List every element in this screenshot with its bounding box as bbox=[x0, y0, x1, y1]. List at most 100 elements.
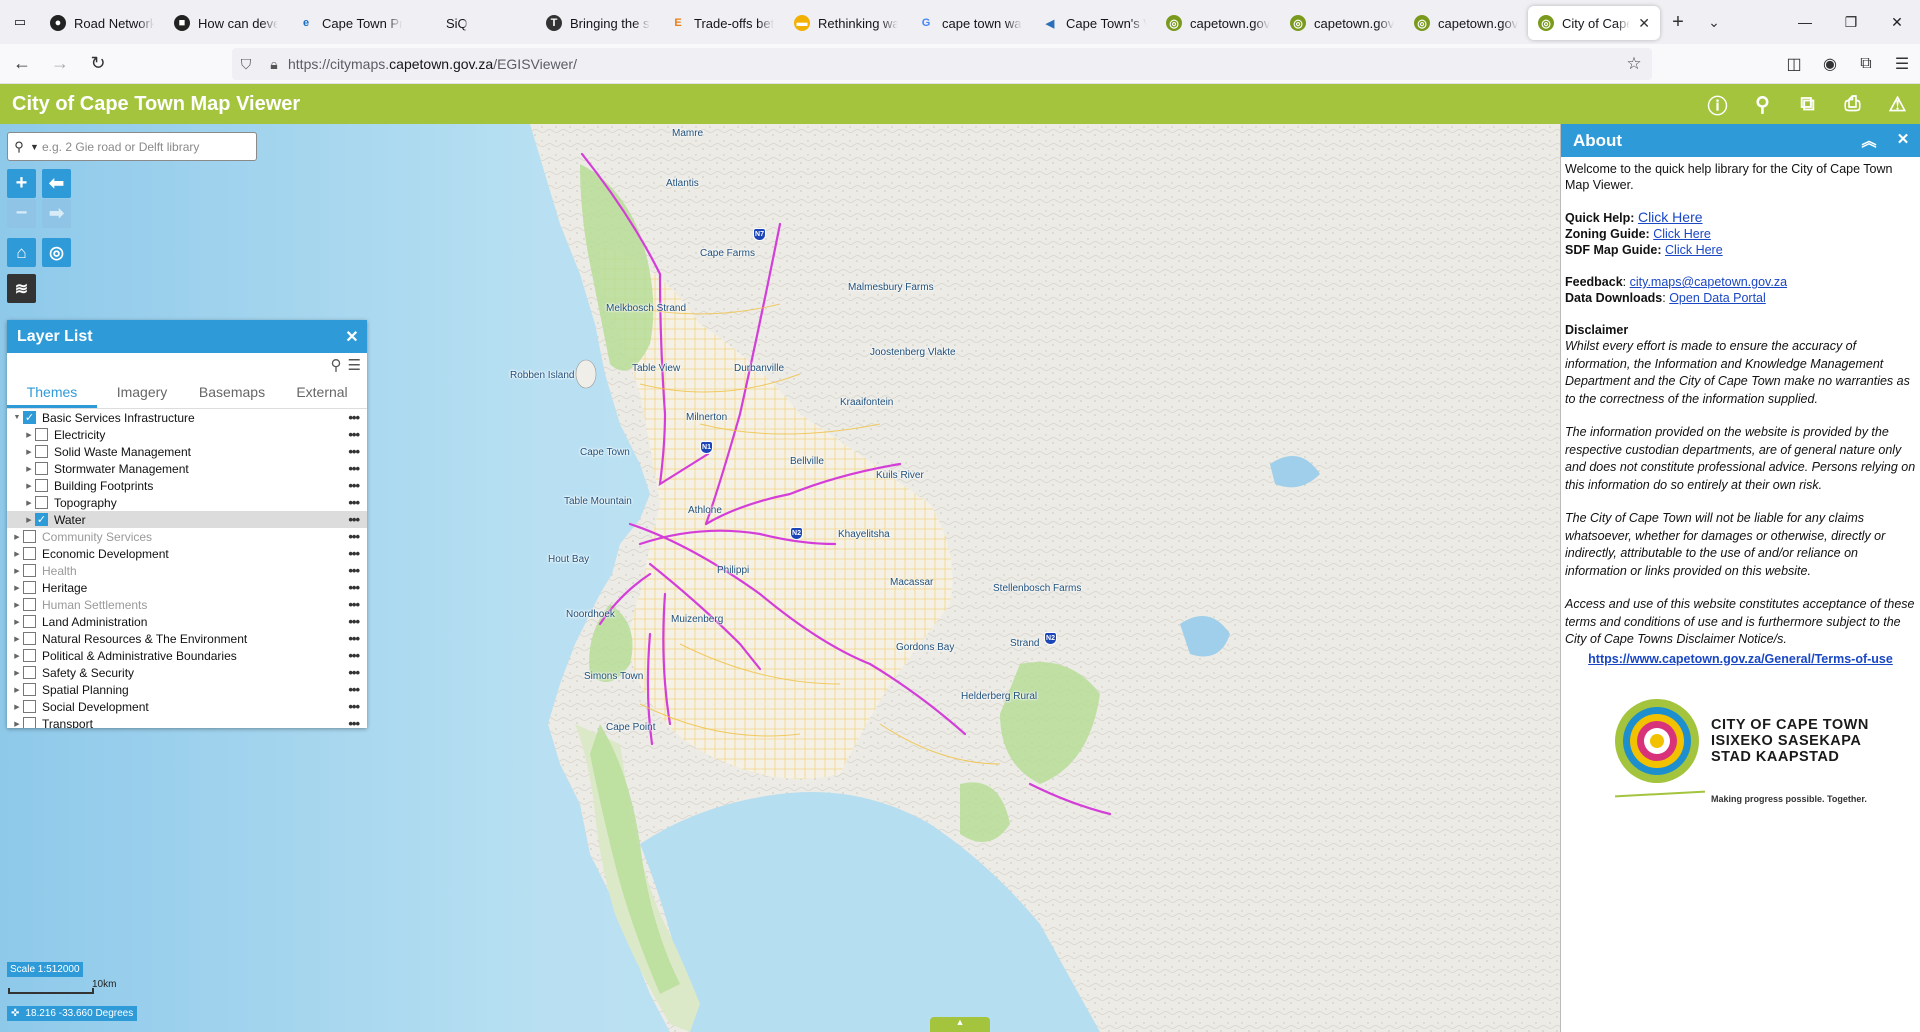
layer-row[interactable]: ▶ Building Footprints ••• bbox=[7, 477, 367, 494]
list-all-tabs-icon[interactable]: ⌄ bbox=[1696, 14, 1732, 31]
layer-options-icon[interactable]: ••• bbox=[348, 427, 360, 442]
browser-tab[interactable]: ◎ capetown.gov.z bbox=[1156, 6, 1280, 40]
tab-external[interactable]: External bbox=[277, 377, 367, 408]
layer-row[interactable]: ▶ Safety & Security ••• bbox=[7, 664, 367, 681]
layer-options-icon[interactable]: ••• bbox=[348, 631, 360, 646]
layer-row[interactable]: ▶ Political & Administrative Boundaries ••… bbox=[7, 647, 367, 664]
layer-row[interactable]: ▶ Spatial Planning ••• bbox=[7, 681, 367, 698]
expand-arrow-icon[interactable]: ▶ bbox=[11, 686, 23, 694]
restore-icon[interactable]: ❐ bbox=[1828, 0, 1874, 44]
layer-checkbox[interactable] bbox=[23, 666, 36, 679]
expand-arrow-icon[interactable]: ▶ bbox=[11, 669, 23, 677]
tab-close-icon[interactable]: ✕ bbox=[1638, 15, 1650, 32]
dropdown-arrow-icon[interactable]: ▼ bbox=[30, 142, 42, 152]
layer-checkbox[interactable] bbox=[23, 581, 36, 594]
layer-options-icon[interactable]: ••• bbox=[348, 478, 360, 493]
menu-icon[interactable]: ☰ bbox=[1884, 54, 1920, 74]
layer-options-icon[interactable]: ••• bbox=[348, 461, 360, 476]
browser-tab[interactable]: ◀ Cape Town's W bbox=[1032, 6, 1156, 40]
minimize-icon[interactable]: — bbox=[1782, 0, 1828, 44]
layer-row[interactable]: ▼ ✓ Basic Services Infrastructure ••• bbox=[7, 409, 367, 426]
layer-row[interactable]: ▶ Electricity ••• bbox=[7, 426, 367, 443]
close-icon[interactable]: ✕ bbox=[337, 327, 367, 347]
terms-of-use-link[interactable]: https://www.capetown.gov.za/General/Term… bbox=[1588, 652, 1893, 666]
back-icon[interactable]: ← bbox=[6, 48, 38, 80]
layer-options-icon[interactable]: ••• bbox=[348, 444, 360, 459]
expand-arrow-icon[interactable]: ▶ bbox=[11, 618, 23, 626]
layer-row[interactable]: ▶ Solid Waste Management ••• bbox=[7, 443, 367, 460]
browser-tab[interactable]: Gcape town wate bbox=[908, 6, 1032, 40]
layer-checkbox[interactable] bbox=[35, 479, 48, 492]
home-icon[interactable]: ⌂ bbox=[7, 238, 36, 267]
search-icon[interactable]: ⚲ bbox=[1740, 84, 1785, 124]
expanded-arrow-icon[interactable]: ▼ bbox=[11, 414, 23, 421]
tab-basemaps[interactable]: Basemaps bbox=[187, 377, 277, 408]
filter-menu-icon[interactable]: ☰ bbox=[348, 356, 361, 374]
browser-tab[interactable]: ◎ capetown.gov.z bbox=[1404, 6, 1528, 40]
expand-arrow-icon[interactable]: ▶ bbox=[11, 550, 23, 558]
pocket-icon[interactable]: ◫ bbox=[1776, 54, 1812, 74]
browser-tab[interactable]: E Trade-offs betw bbox=[660, 6, 784, 40]
layer-row[interactable]: ▶ ✓ Water ••• bbox=[7, 511, 367, 528]
layer-row[interactable]: ▶ Economic Development ••• bbox=[7, 545, 367, 562]
collapse-icon[interactable]: ︽ bbox=[1852, 130, 1886, 151]
alert-icon[interactable]: ⚠ bbox=[1875, 84, 1920, 124]
layer-checkbox[interactable] bbox=[23, 547, 36, 560]
account-icon[interactable]: ◉ bbox=[1812, 54, 1848, 74]
layer-options-icon[interactable]: ••• bbox=[348, 716, 360, 728]
layer-options-icon[interactable]: ••• bbox=[348, 682, 360, 697]
layer-checkbox[interactable] bbox=[23, 530, 36, 543]
browser-tab[interactable]: ◎ capetown.gov.z bbox=[1280, 6, 1404, 40]
layer-options-icon[interactable]: ••• bbox=[348, 597, 360, 612]
layer-checkbox[interactable] bbox=[35, 428, 48, 441]
layer-row[interactable]: ▶ Health ••• bbox=[7, 562, 367, 579]
expand-arrow-icon[interactable]: ▶ bbox=[11, 584, 23, 592]
layer-options-icon[interactable]: ••• bbox=[348, 563, 360, 578]
expand-arrow-icon[interactable]: ▶ bbox=[23, 516, 35, 524]
expand-arrow-icon[interactable]: ▶ bbox=[11, 652, 23, 660]
layer-row[interactable]: ▶ Social Development ••• bbox=[7, 698, 367, 715]
expand-arrow-icon[interactable]: ▶ bbox=[11, 703, 23, 711]
layer-checkbox[interactable] bbox=[35, 462, 48, 475]
expand-arrow-icon[interactable]: ▶ bbox=[23, 499, 35, 507]
layer-checkbox[interactable]: ✓ bbox=[23, 411, 36, 424]
layer-checkbox[interactable] bbox=[23, 717, 36, 728]
layer-options-icon[interactable]: ••• bbox=[348, 580, 360, 595]
layer-checkbox[interactable] bbox=[23, 632, 36, 645]
layer-checkbox[interactable] bbox=[23, 700, 36, 713]
layer-row[interactable]: ▶ Human Settlements ••• bbox=[7, 596, 367, 613]
browser-tab[interactable]: e Cape Town Pro bbox=[288, 6, 412, 40]
layer-row[interactable]: ▶ Stormwater Management ••• bbox=[7, 460, 367, 477]
expand-arrow-icon[interactable]: ▶ bbox=[11, 533, 23, 541]
layer-options-icon[interactable]: ••• bbox=[348, 546, 360, 561]
locate-icon[interactable]: ◎ bbox=[42, 238, 71, 267]
search-input[interactable]: e.g. 2 Gie road or Delft library bbox=[42, 140, 199, 154]
feedback-email-link[interactable]: city.maps@capetown.gov.za bbox=[1630, 275, 1787, 289]
layer-options-icon[interactable]: ••• bbox=[348, 648, 360, 663]
expand-arrow-icon[interactable]: ▶ bbox=[23, 448, 35, 456]
lock-icon[interactable]: 🔒︎ bbox=[260, 56, 288, 73]
browser-tab[interactable]: ● Road Networks bbox=[40, 6, 164, 40]
url-text[interactable]: https://citymaps.capetown.gov.za/EGISVie… bbox=[288, 56, 577, 72]
expand-arrow-icon[interactable]: ▶ bbox=[23, 431, 35, 439]
crosshair-icon[interactable]: ✜ bbox=[11, 1008, 19, 1019]
layer-options-icon[interactable]: ••• bbox=[348, 699, 360, 714]
layer-checkbox[interactable]: ✓ bbox=[35, 513, 48, 526]
expand-arrow-icon[interactable]: ▶ bbox=[23, 482, 35, 490]
browser-tab[interactable]: ■ How can develo bbox=[164, 6, 288, 40]
address-search[interactable]: ⚲ ▼ e.g. 2 Gie road or Delft library bbox=[7, 132, 257, 161]
address-bar[interactable]: ⛉ 🔒︎ https://citymaps.capetown.gov.za/EG… bbox=[232, 48, 1652, 80]
layer-row[interactable]: ▶ Community Services ••• bbox=[7, 528, 367, 545]
layer-options-icon[interactable]: ••• bbox=[348, 410, 360, 425]
layers-stack-icon[interactable]: ⧉ bbox=[1785, 84, 1830, 124]
open-data-portal-link[interactable]: Open Data Portal bbox=[1669, 291, 1766, 305]
shield-icon[interactable]: ⛉ bbox=[232, 56, 260, 73]
layer-options-icon[interactable]: ••• bbox=[348, 495, 360, 510]
sdf-guide-link[interactable]: Click Here bbox=[1665, 243, 1723, 257]
layer-checkbox[interactable] bbox=[23, 649, 36, 662]
layer-checkbox[interactable] bbox=[35, 496, 48, 509]
expand-arrow-icon[interactable]: ▶ bbox=[23, 465, 35, 473]
map-view[interactable]: Mamre Atlantis Cape Farms Malmesbury Farms M… bbox=[0, 124, 1560, 1032]
expand-arrow-icon[interactable]: ▶ bbox=[11, 567, 23, 575]
reload-icon[interactable]: ↻ bbox=[82, 48, 114, 80]
